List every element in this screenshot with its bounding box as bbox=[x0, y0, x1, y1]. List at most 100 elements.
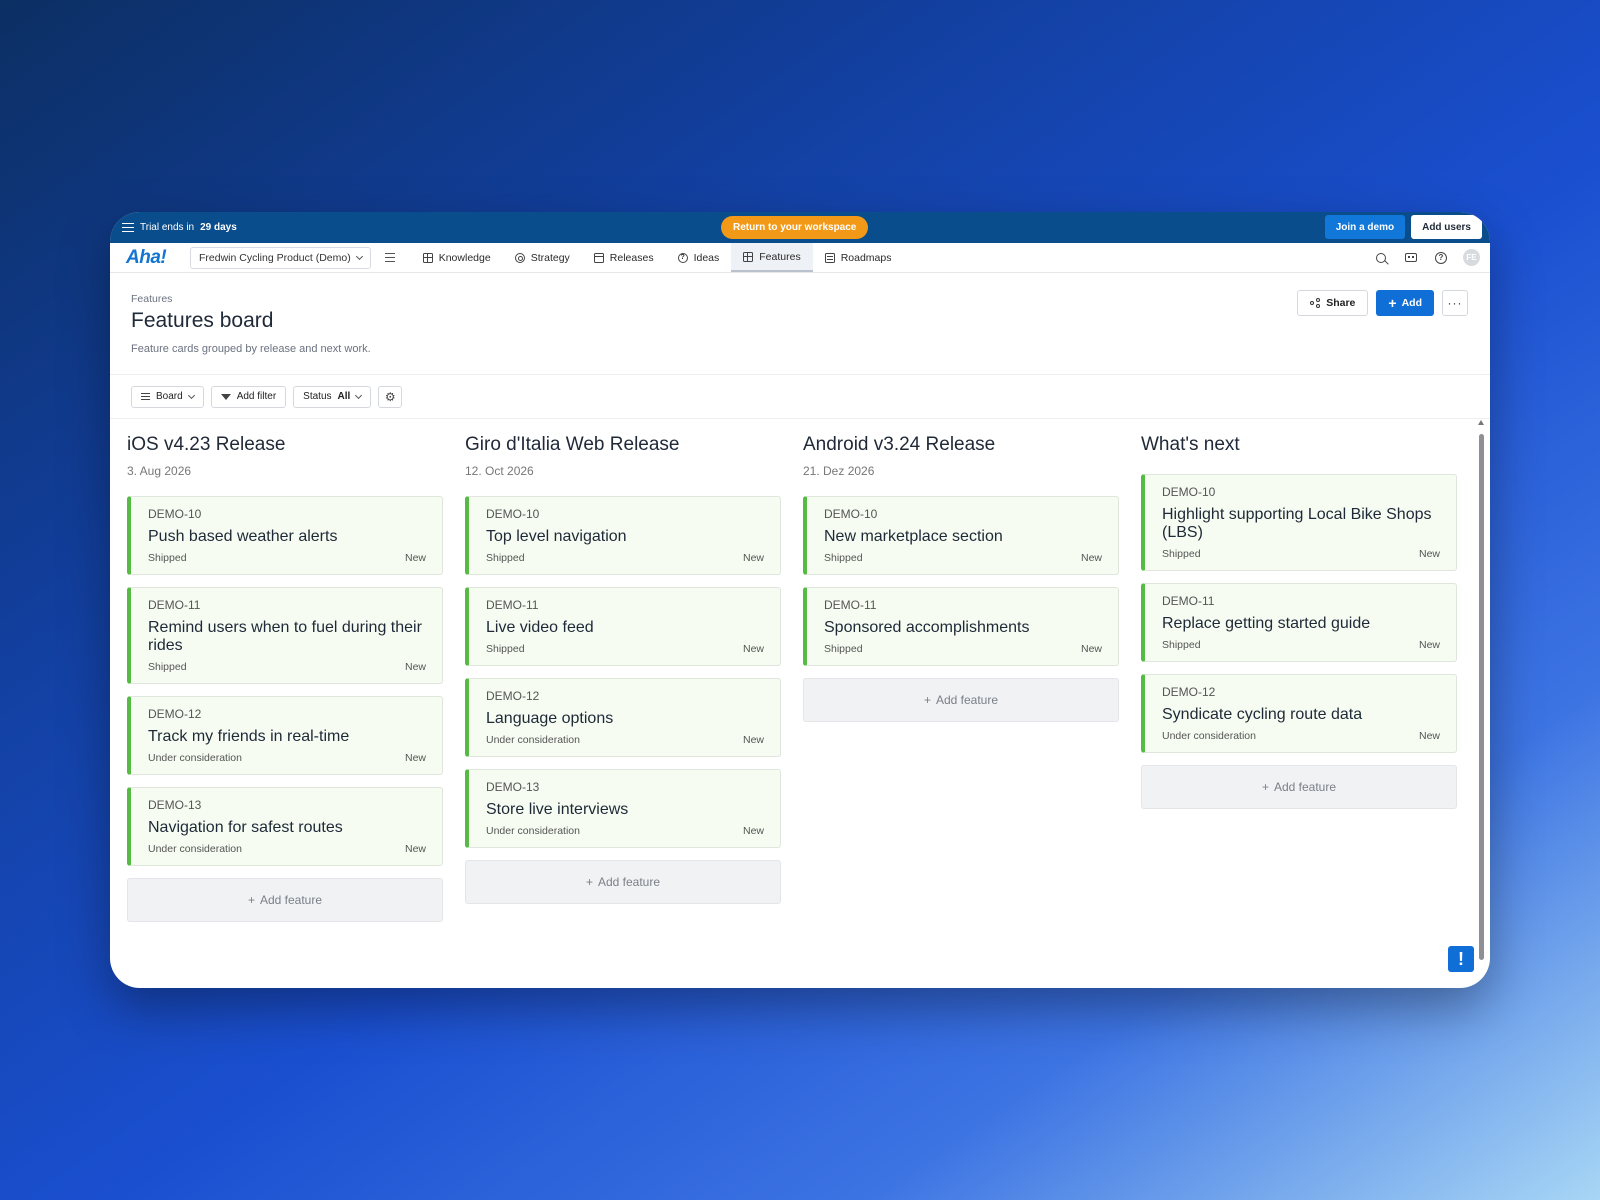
scrollbar-thumb[interactable] bbox=[1479, 434, 1484, 960]
card-id: DEMO-12 bbox=[486, 689, 540, 703]
feature-card[interactable]: DEMO-12 Track my friends in real-time Unde… bbox=[127, 696, 443, 775]
feature-card[interactable]: DEMO-10 Top level navigation Shipped New bbox=[465, 496, 781, 575]
chevron-down-icon bbox=[355, 391, 363, 399]
grid-icon bbox=[422, 252, 433, 263]
avatar[interactable]: FE bbox=[1463, 249, 1480, 266]
card-title: Top level navigation bbox=[486, 528, 627, 545]
board-toolbar: Board Add filter Status All ⚙ bbox=[110, 375, 1490, 419]
tab-ideas[interactable]: ? Ideas bbox=[666, 243, 732, 272]
card-id: DEMO-13 bbox=[486, 780, 540, 794]
card-title: New marketplace section bbox=[824, 528, 1003, 545]
add-feature-button[interactable]: + Add feature bbox=[465, 860, 781, 904]
feedback-button[interactable]: ! bbox=[1448, 946, 1474, 972]
tab-strategy[interactable]: Strategy bbox=[503, 243, 582, 272]
card-status: Shipped bbox=[824, 552, 863, 564]
tab-label: Ideas bbox=[693, 251, 720, 264]
list-icon bbox=[141, 392, 150, 401]
trial-info: Trial ends in 29 days bbox=[110, 222, 237, 233]
card-status: Under consideration bbox=[148, 752, 242, 764]
tab-label: Features bbox=[759, 250, 801, 263]
card-status: Shipped bbox=[486, 552, 525, 564]
workspace-name: Fredwin Cycling Product (Demo) bbox=[199, 251, 351, 264]
menu-icon[interactable] bbox=[122, 222, 134, 233]
feature-card[interactable]: DEMO-11 Replace getting started guide Ship… bbox=[1141, 583, 1457, 662]
search-button[interactable] bbox=[1373, 250, 1389, 266]
tab-features[interactable]: Features bbox=[731, 243, 813, 272]
aha-logo[interactable]: Aha! bbox=[126, 247, 190, 269]
board-settings-button[interactable]: ⚙ bbox=[378, 385, 403, 408]
view-label: Board bbox=[156, 391, 183, 402]
workspace-selector[interactable]: Fredwin Cycling Product (Demo) bbox=[190, 246, 371, 269]
tab-knowledge[interactable]: Knowledge bbox=[411, 243, 503, 272]
card-id: DEMO-11 bbox=[486, 598, 539, 612]
plus-icon: + bbox=[1261, 780, 1269, 794]
help-button[interactable]: ? bbox=[1433, 250, 1449, 266]
app-window: Trial ends in 29 days Return to your wor… bbox=[110, 212, 1490, 988]
feature-card[interactable]: DEMO-11 Remind users when to fuel during … bbox=[127, 587, 443, 684]
feature-card[interactable]: DEMO-13 Store live interviews Under consid… bbox=[465, 769, 781, 848]
add-feature-button[interactable]: + Add feature bbox=[1141, 765, 1457, 809]
trial-bar: Trial ends in 29 days Return to your wor… bbox=[110, 212, 1490, 243]
card-id: DEMO-11 bbox=[1162, 594, 1215, 608]
card-tag: New bbox=[1418, 730, 1440, 742]
add-feature-label: Add feature bbox=[259, 893, 323, 907]
column-date: 3. Aug 2026 bbox=[127, 464, 192, 478]
add-feature-button[interactable]: + Add feature bbox=[127, 878, 443, 922]
feature-card[interactable]: DEMO-10 Push based weather alerts Shipped N… bbox=[127, 496, 443, 575]
add-filter-button[interactable]: Add filter bbox=[210, 385, 287, 408]
return-to-workspace-button[interactable]: Return to your workspace bbox=[721, 216, 869, 239]
feature-card[interactable]: DEMO-12 Syndicate cycling route data Under… bbox=[1141, 674, 1457, 753]
scroll-up-icon[interactable] bbox=[1478, 420, 1484, 425]
join-demo-button[interactable]: Join a demo bbox=[1324, 215, 1406, 239]
column-title[interactable]: Giro d'Italia Web Release bbox=[465, 434, 781, 458]
card-tag: New bbox=[404, 661, 426, 673]
ai-assistant-button[interactable] bbox=[1403, 250, 1419, 266]
robot-icon bbox=[1405, 253, 1417, 262]
feature-card[interactable]: DEMO-10 Highlight supporting Local Bike S… bbox=[1141, 474, 1457, 571]
feature-card[interactable]: DEMO-11 Live video feed Shipped New bbox=[465, 587, 781, 666]
board-column: Android v3.24 Release 21. Dez 2026 DEMO-… bbox=[803, 418, 1119, 722]
column-title[interactable]: What's next bbox=[1141, 434, 1457, 458]
list-box-icon bbox=[824, 252, 835, 263]
tab-roadmaps[interactable]: Roadmaps bbox=[813, 243, 904, 272]
board-column: iOS v4.23 Release 3. Aug 2026 DEMO-10 Pus… bbox=[127, 418, 443, 922]
card-id: DEMO-11 bbox=[824, 598, 877, 612]
feature-card[interactable]: DEMO-10 New marketplace section Shipped New bbox=[803, 496, 1119, 575]
nav-menu-icon[interactable] bbox=[384, 252, 397, 263]
card-status: Shipped bbox=[148, 661, 187, 673]
nav-tabs: Knowledge Strategy Releases ? Ideas Feat… bbox=[411, 243, 904, 272]
view-selector[interactable]: Board bbox=[131, 385, 204, 408]
add-feature-label: Add feature bbox=[935, 693, 999, 707]
column-title[interactable]: Android v3.24 Release bbox=[803, 434, 1119, 458]
breadcrumb[interactable]: Features bbox=[131, 293, 172, 305]
card-title: Push based weather alerts bbox=[148, 528, 338, 545]
card-status: Shipped bbox=[148, 552, 187, 564]
trial-prefix: Trial ends in bbox=[140, 222, 195, 233]
share-button[interactable]: Share bbox=[1297, 290, 1369, 316]
card-id: DEMO-12 bbox=[148, 707, 202, 721]
card-id: DEMO-12 bbox=[1162, 685, 1216, 699]
card-status: Shipped bbox=[486, 643, 525, 655]
add-users-button[interactable]: Add users bbox=[1411, 215, 1482, 239]
board-scrollbar[interactable] bbox=[1478, 420, 1484, 976]
status-filter[interactable]: Status All bbox=[293, 385, 372, 408]
tab-releases[interactable]: Releases bbox=[582, 243, 666, 272]
main-nav: Aha! Fredwin Cycling Product (Demo) Know… bbox=[110, 243, 1490, 273]
feature-card[interactable]: DEMO-12 Language options Under considerati… bbox=[465, 678, 781, 757]
page-description: Feature cards grouped by release and nex… bbox=[131, 343, 371, 355]
add-feature-button[interactable]: + Add feature bbox=[803, 678, 1119, 722]
feature-card[interactable]: DEMO-13 Navigation for safest routes Under… bbox=[127, 787, 443, 866]
card-status: Shipped bbox=[1162, 548, 1201, 560]
add-button[interactable]: + Add bbox=[1376, 290, 1434, 316]
column-date: 12. Oct 2026 bbox=[465, 464, 534, 478]
card-tag: New bbox=[1418, 639, 1440, 651]
column-title[interactable]: iOS v4.23 Release bbox=[127, 434, 443, 458]
tab-label: Knowledge bbox=[438, 251, 491, 264]
tab-label: Strategy bbox=[530, 251, 570, 264]
more-options-button[interactable]: ··· bbox=[1442, 290, 1468, 316]
card-status: Under consideration bbox=[148, 843, 242, 855]
feature-card[interactable]: DEMO-11 Sponsored accomplishments Shipped N… bbox=[803, 587, 1119, 666]
card-tag: New bbox=[404, 552, 426, 564]
card-id: DEMO-10 bbox=[486, 507, 540, 521]
card-title: Sponsored accomplishments bbox=[824, 619, 1030, 636]
